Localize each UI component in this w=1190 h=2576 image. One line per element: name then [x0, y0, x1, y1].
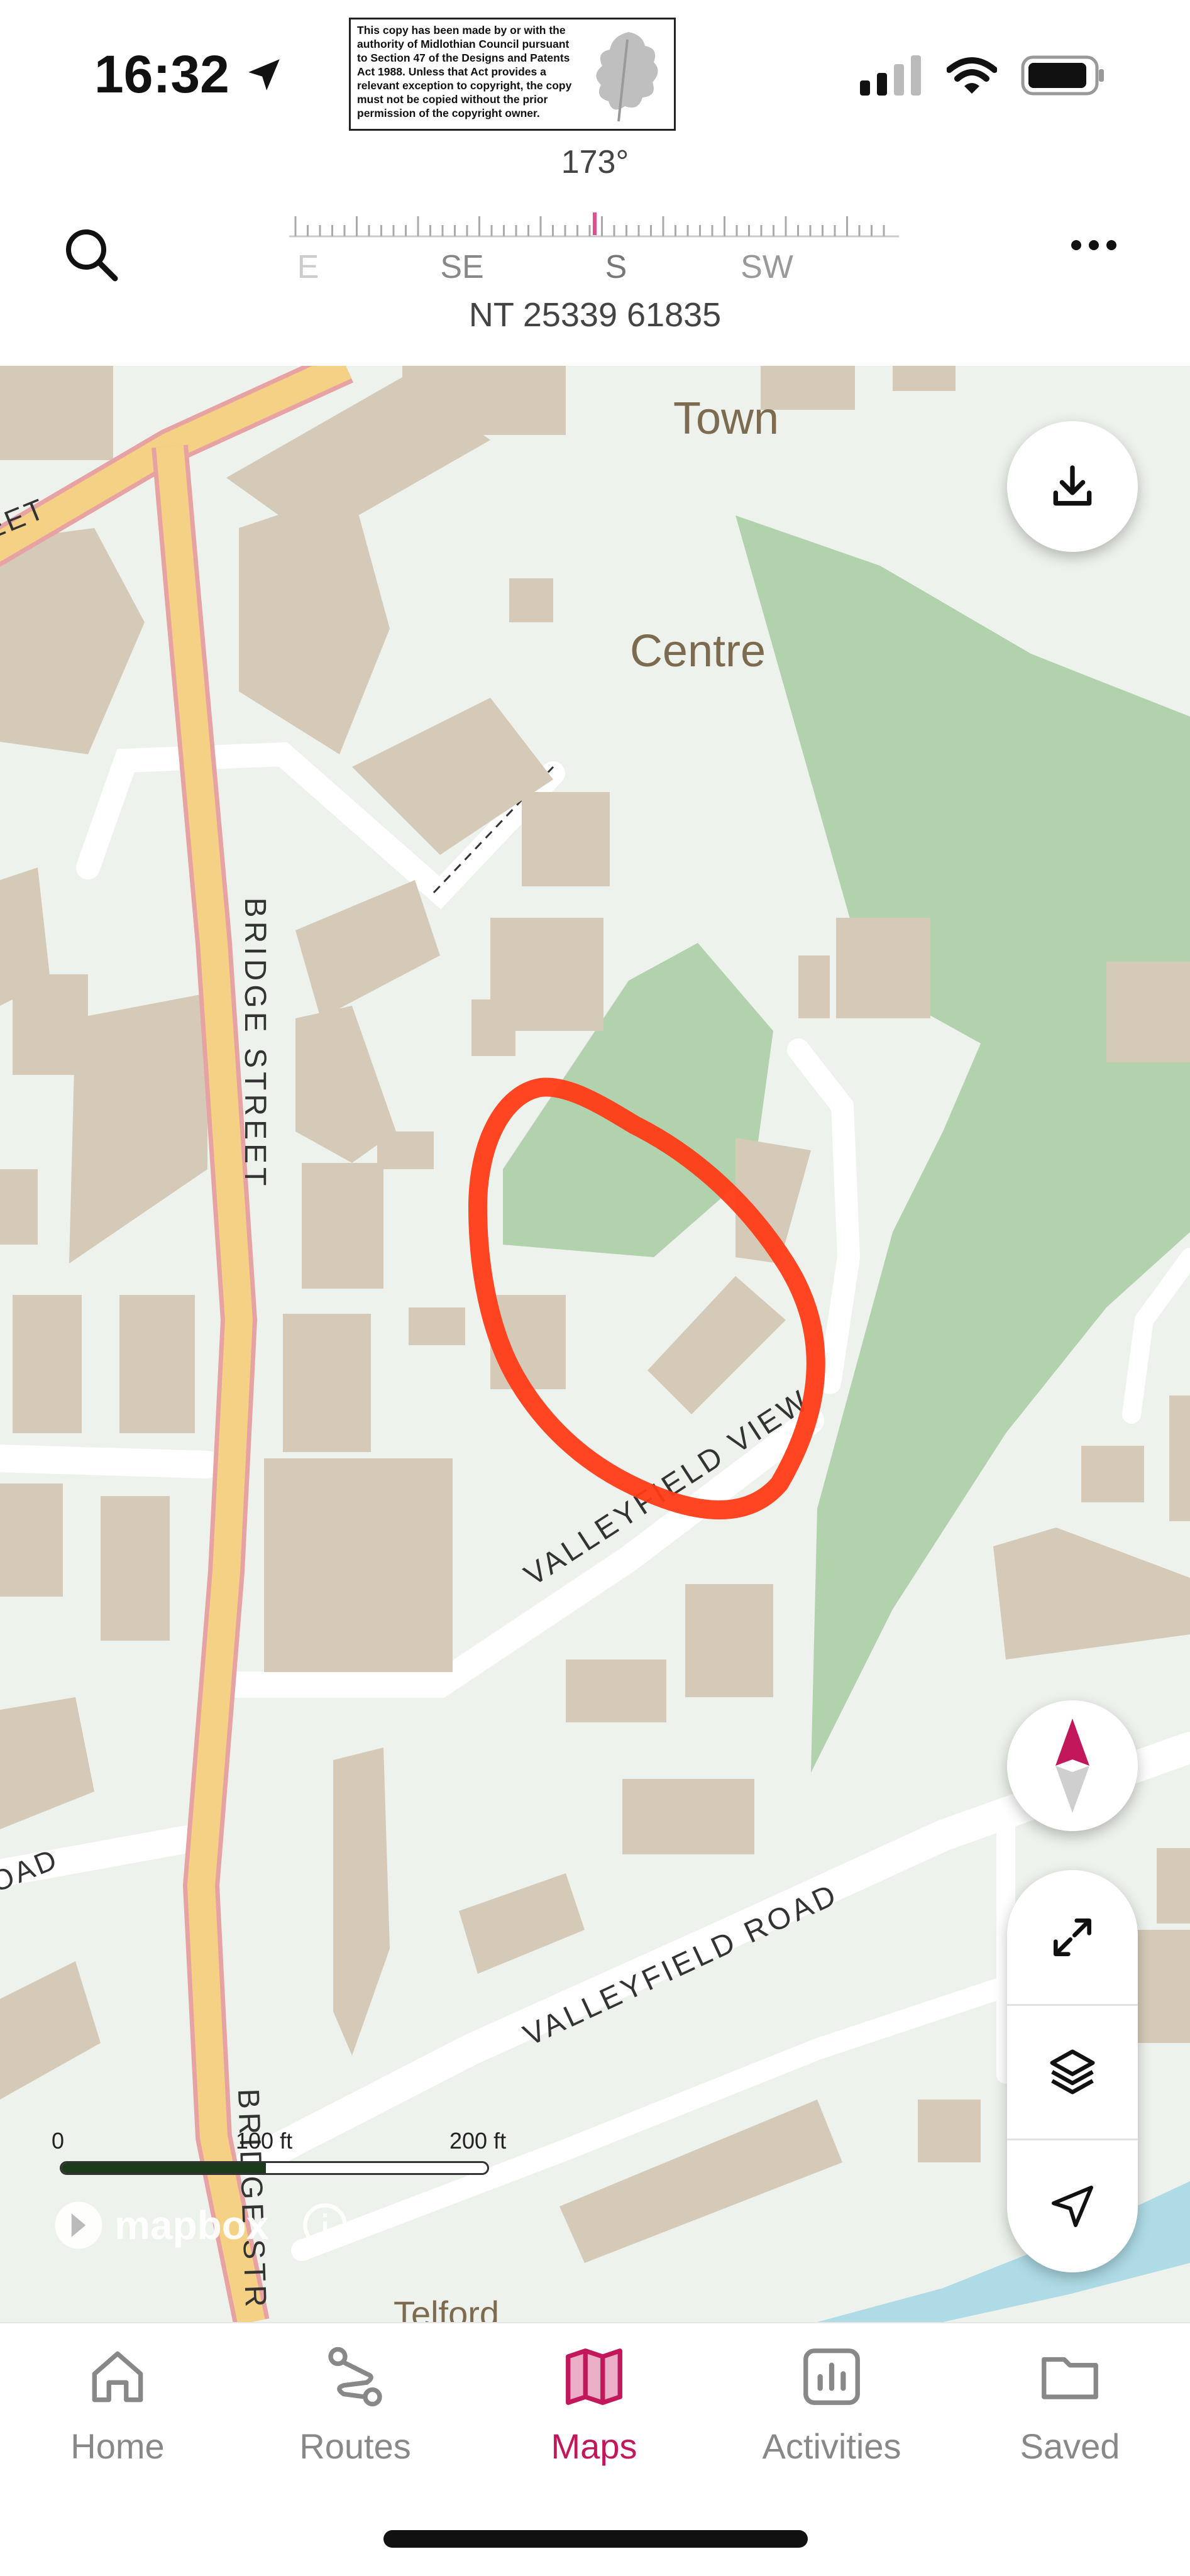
signal-icon: [860, 55, 921, 96]
tab-activities[interactable]: Activities: [737, 2342, 926, 2467]
oak-leaf-icon: [596, 32, 658, 122]
home-icon: [92, 2351, 143, 2403]
mapbox-attribution[interactable]: mapbox: [50, 2197, 349, 2254]
place-label-telford: Telford: [394, 2294, 499, 2322]
copyright-text: This copy has been made by or with the a…: [357, 24, 572, 119]
compass-strip[interactable]: E SE S SW: [289, 207, 899, 289]
layers-icon: [1050, 2049, 1095, 2094]
street-label-bridge-street: BRIDGE STREET: [238, 898, 272, 1190]
tab-saved[interactable]: Saved: [976, 2342, 1164, 2467]
map-icon: [566, 2348, 622, 2405]
home-indicator: [383, 2530, 808, 2548]
place-label-centre: Centre: [630, 626, 766, 676]
locate-me-button[interactable]: [1007, 2139, 1138, 2273]
search-icon: [66, 229, 118, 282]
compass-label-se: SE: [440, 249, 483, 285]
tab-activities-label: Activities: [762, 2426, 901, 2466]
navigation-arrow-icon: [1052, 2185, 1093, 2227]
scale-bar: [60, 2161, 489, 2175]
tab-routes-label: Routes: [299, 2426, 411, 2466]
routes-icon: [328, 2347, 382, 2407]
activities-icon: [803, 2348, 860, 2405]
compass-needle-icon: [1055, 1719, 1089, 1813]
scale-label-100: 100 ft: [236, 2128, 293, 2154]
expand-icon: [1054, 1918, 1091, 1956]
tab-maps[interactable]: Maps: [500, 2342, 688, 2467]
street-label-oad: OAD: [0, 1842, 63, 1898]
mapbox-logo-icon: [55, 2201, 102, 2249]
layers-button[interactable]: [1007, 2005, 1138, 2138]
mapbox-text: mapbox: [114, 2203, 269, 2248]
place-label-town: Town: [673, 394, 779, 444]
tab-saved-label: Saved: [1020, 2426, 1120, 2466]
scale-label-0: 0: [52, 2128, 65, 2154]
grid-reference: NT 25339 61835: [468, 296, 722, 334]
battery-icon: [1021, 55, 1104, 96]
search-button[interactable]: [60, 223, 123, 289]
tab-home[interactable]: Home: [23, 2342, 212, 2467]
more-options-button[interactable]: [1069, 236, 1119, 258]
tab-routes[interactable]: Routes: [261, 2342, 449, 2467]
tab-maps-label: Maps: [551, 2426, 637, 2466]
download-map-button[interactable]: [1007, 421, 1138, 552]
heading-degrees: 173°: [561, 144, 629, 180]
info-icon[interactable]: [301, 2201, 349, 2249]
copyright-notice: This copy has been made by or with the a…: [349, 18, 676, 131]
compass-label-sw: SW: [741, 249, 793, 285]
download-icon: [1053, 465, 1092, 506]
compass-label-e: E: [297, 249, 319, 285]
wifi-icon: [947, 57, 997, 94]
status-time-text: 16:32: [94, 45, 229, 104]
scale-label-200: 200 ft: [449, 2128, 507, 2154]
status-time: 16:32: [94, 44, 285, 105]
location-arrow-icon: [248, 58, 280, 91]
status-indicators: [860, 55, 1105, 96]
compass-label-s: S: [605, 249, 627, 285]
folder-icon: [1042, 2357, 1098, 2399]
compass-button[interactable]: [1007, 1700, 1138, 1831]
fullscreen-button[interactable]: [1007, 1870, 1138, 2004]
more-icon: [1071, 240, 1116, 250]
map-tools: [1007, 1870, 1138, 2272]
tab-home-label: Home: [70, 2426, 165, 2466]
